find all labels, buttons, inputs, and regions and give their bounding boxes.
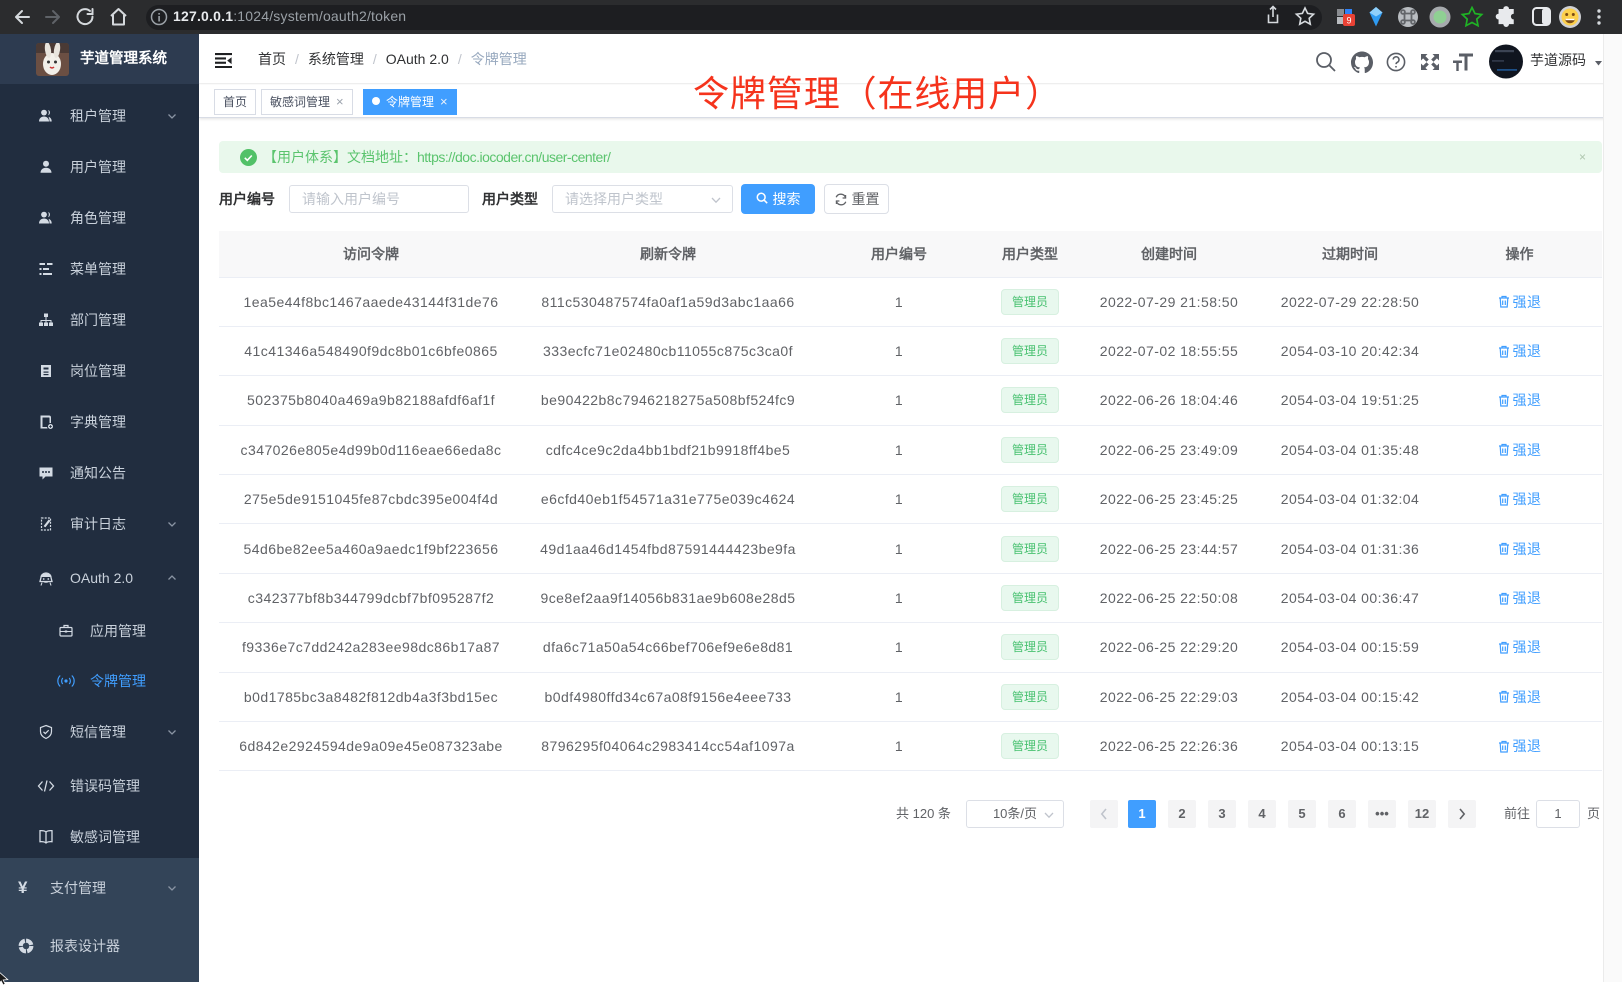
svg-text:9: 9 [1346, 16, 1351, 26]
